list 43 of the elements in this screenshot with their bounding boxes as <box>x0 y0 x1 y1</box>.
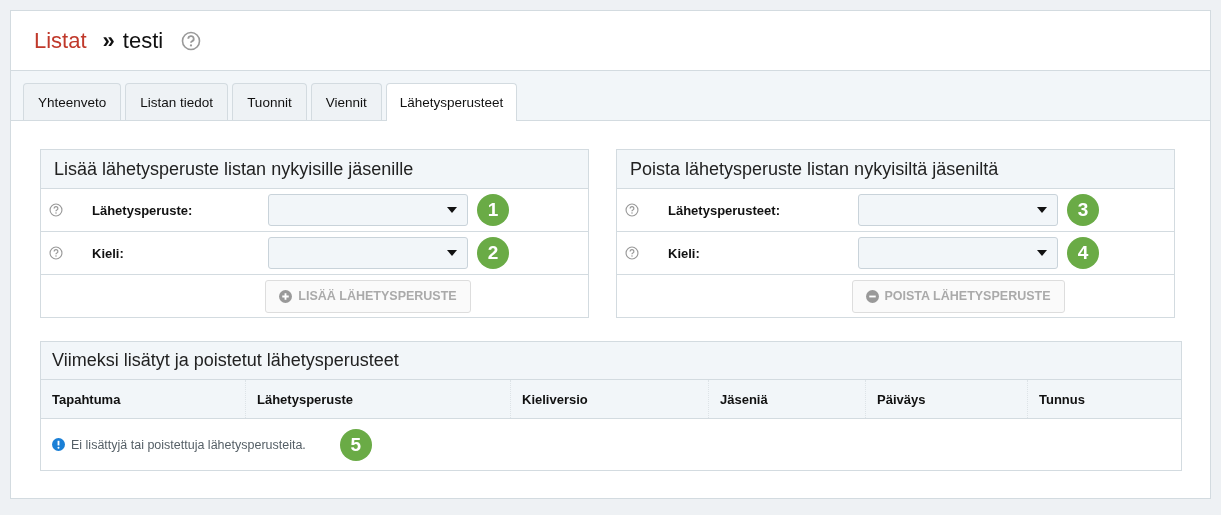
minus-circle-icon <box>865 289 879 303</box>
tab[interactable]: Viennit <box>310 83 382 120</box>
column-header: Päiväys <box>865 380 1027 418</box>
page-title: testi <box>122 27 164 54</box>
step-marker: 3 <box>1067 194 1099 226</box>
step-marker: 4 <box>1067 237 1099 269</box>
step-marker: 5 <box>339 428 372 461</box>
step-marker: 1 <box>477 194 509 226</box>
table-title: Viimeksi lisätyt ja poistetut lähetysperusteet <box>41 342 1181 380</box>
column-header: Kieliversio <box>510 380 708 418</box>
column-header: Lähetysperuste <box>245 380 510 418</box>
step-marker: 2 <box>477 237 509 269</box>
tab[interactable]: Listan tiedot <box>125 83 229 120</box>
column-header: Tunnus <box>1027 380 1181 418</box>
tab[interactable]: Lähetysperusteet <box>385 83 518 121</box>
dropdown-field[interactable] <box>858 237 1058 269</box>
field-label: Lähetysperusteet: <box>668 202 781 218</box>
field-label: Lähetysperuste: <box>92 202 194 218</box>
field-label: Kieli: <box>668 245 701 261</box>
tab[interactable]: Tuonnit <box>232 83 307 120</box>
caret-icon <box>447 207 457 213</box>
help-icon[interactable] <box>625 203 639 217</box>
plus-circle-icon <box>279 289 293 303</box>
help-icon[interactable] <box>625 246 639 260</box>
panel-title: Poista lähetysperuste listan nykyisiltä jäseniltä <box>617 150 1174 189</box>
tab[interactable]: Yhteenveto <box>23 83 122 120</box>
breadcrumb-separator: » <box>102 27 115 54</box>
dropdown-field[interactable] <box>268 237 468 269</box>
column-header: Tapahtuma <box>51 390 122 409</box>
panel-title: Lisää lähetysperuste listan nykyisille jäsenille <box>41 150 588 189</box>
caret-icon <box>1037 207 1047 213</box>
caret-icon <box>447 250 457 256</box>
dropdown-field[interactable] <box>268 194 468 226</box>
field-label: Kieli: <box>92 245 125 261</box>
help-icon[interactable] <box>181 30 202 51</box>
help-icon[interactable] <box>49 203 63 217</box>
empty-message: Ei lisättyjä tai poistettuja lähetysperusteita. <box>71 437 306 452</box>
caret-icon <box>1037 250 1047 256</box>
column-header: Jäseniä <box>708 380 865 418</box>
help-icon[interactable] <box>49 246 63 260</box>
info-icon <box>52 438 65 451</box>
breadcrumb-link[interactable]: Listat <box>34 27 87 54</box>
dropdown-field[interactable] <box>858 194 1058 226</box>
